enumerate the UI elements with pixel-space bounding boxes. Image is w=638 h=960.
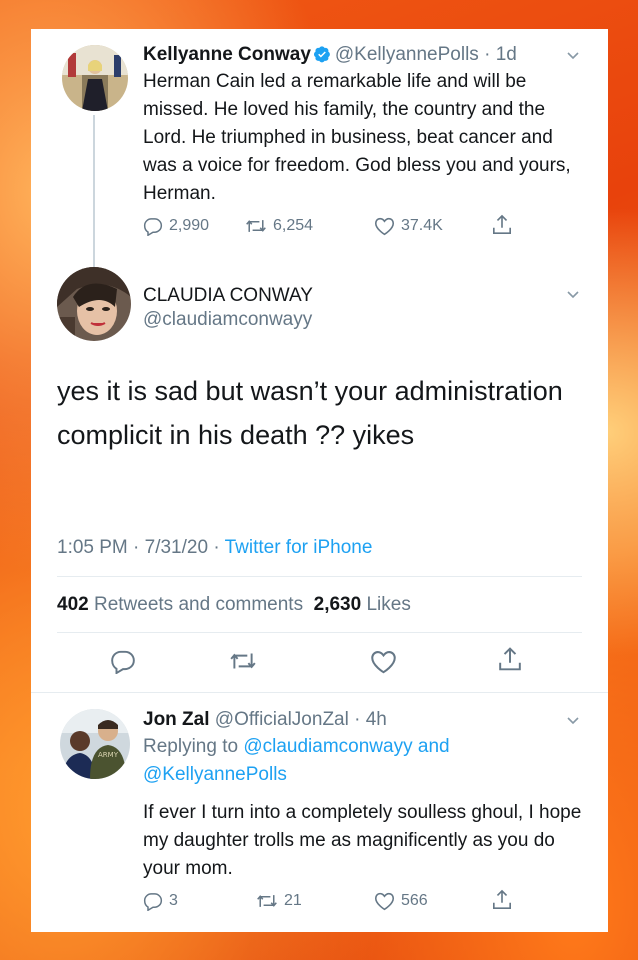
tweet3-retweet-action[interactable]: 21 bbox=[256, 891, 302, 911]
reply-to-mention-1[interactable]: @claudiamconwayy bbox=[243, 736, 412, 757]
chevron-down-icon[interactable] bbox=[566, 287, 580, 301]
tweet2-like-label[interactable]: Likes bbox=[366, 594, 410, 615]
tweet3-replying-to: Replying to @claudiamconwayy and @Kellya… bbox=[143, 733, 588, 789]
tweet1-author-name[interactable]: Kellyanne Conway bbox=[143, 44, 311, 65]
tweet2-like-count[interactable]: 2,630 bbox=[314, 594, 362, 615]
tweet1-retweet-count: 6,254 bbox=[273, 217, 314, 234]
tweet2-retweet-action[interactable] bbox=[229, 649, 257, 673]
like-icon bbox=[374, 892, 395, 911]
tweet3-retweet-count: 21 bbox=[284, 892, 302, 909]
tweet1-share-action[interactable] bbox=[492, 214, 512, 236]
tweet3-header: Jon Zal @OfficialJonZal · 4h bbox=[143, 707, 387, 733]
tweet1-reply-count: 2,990 bbox=[169, 217, 210, 234]
divider bbox=[31, 692, 608, 693]
tweet-thread-card: Kellyanne Conway @KellyannePolls · 1d Her… bbox=[31, 29, 608, 932]
tweet1-handle[interactable]: @KellyannePolls bbox=[335, 44, 479, 65]
retweet-icon bbox=[246, 220, 266, 232]
tweet3-time[interactable]: · 4h bbox=[354, 709, 387, 730]
share-icon bbox=[493, 214, 511, 234]
reply-to-and: and bbox=[417, 736, 450, 757]
kellyanne-avatar[interactable] bbox=[62, 45, 128, 111]
tweet2-retweet-count[interactable]: 402 bbox=[57, 594, 89, 615]
tweet1-time[interactable]: · 1d bbox=[484, 44, 517, 65]
reply-icon bbox=[143, 893, 163, 911]
tweet3-reply-count: 3 bbox=[169, 892, 178, 909]
share-icon bbox=[493, 889, 511, 909]
tweet2-meta: 1:05 PM · 7/31/20 · Twitter for iPhone bbox=[57, 536, 372, 560]
like-icon bbox=[371, 651, 396, 674]
tweet2-text: yes it is sad but wasn’t your administra… bbox=[57, 376, 563, 450]
tweet3-handle[interactable]: @OfficialJonZal bbox=[215, 709, 349, 730]
reply-to-mention-2[interactable]: @KellyannePolls bbox=[143, 764, 287, 785]
tweet3-like-count: 566 bbox=[401, 892, 428, 909]
thread-line bbox=[93, 115, 95, 291]
tweet1-like-action[interactable]: 37.4K bbox=[374, 216, 443, 236]
divider bbox=[57, 576, 582, 577]
tweet3-reply-action[interactable]: 3 bbox=[143, 891, 178, 911]
replying-to-label: Replying to bbox=[143, 736, 239, 757]
tweet1-reply-action[interactable]: 2,990 bbox=[143, 216, 209, 236]
chevron-down-icon[interactable] bbox=[566, 48, 580, 62]
retweet-icon bbox=[230, 653, 256, 669]
tweet1-header: Kellyanne Conway @KellyannePolls · 1d bbox=[143, 42, 583, 68]
share-icon bbox=[499, 647, 521, 671]
tweet1-like-count: 37.4K bbox=[401, 217, 443, 234]
tweet3-author-name[interactable]: Jon Zal bbox=[143, 709, 210, 730]
tweet1-text: Herman Cain led a remarkable life and wi… bbox=[143, 71, 571, 204]
tweet2-author-name[interactable]: CLAUDIA CONWAY bbox=[143, 284, 313, 308]
claudia-avatar[interactable] bbox=[57, 267, 131, 341]
tweet1-retweet-action[interactable]: 6,254 bbox=[245, 216, 313, 236]
tweet3-like-action[interactable]: 566 bbox=[374, 891, 428, 911]
chevron-down-icon[interactable] bbox=[566, 713, 580, 727]
tweet3-share-action[interactable] bbox=[492, 889, 512, 911]
tweet2-retweet-label[interactable]: Retweets and comments bbox=[94, 594, 303, 615]
tweet2-reply-action[interactable] bbox=[110, 648, 136, 674]
tweet2-like-action[interactable] bbox=[370, 649, 397, 674]
jon-zal-avatar[interactable]: ARMY bbox=[60, 709, 130, 779]
tweet2-timestamp[interactable]: 1:05 PM · 7/31/20 · bbox=[57, 537, 225, 558]
tweet2-share-action[interactable] bbox=[498, 646, 522, 673]
tweet3-text: If ever I turn into a completely soulles… bbox=[143, 802, 582, 879]
verified-badge-icon bbox=[313, 46, 330, 63]
reply-icon bbox=[143, 218, 163, 236]
avatar-shirt-text: ARMY bbox=[98, 751, 119, 759]
tweet2-source[interactable]: Twitter for iPhone bbox=[225, 537, 373, 558]
reply-icon bbox=[111, 650, 135, 674]
divider bbox=[57, 632, 582, 633]
tweet2-stats: 402 Retweets and comments 2,630 Likes bbox=[57, 593, 411, 617]
retweet-icon bbox=[257, 895, 277, 907]
like-icon bbox=[374, 217, 395, 236]
tweet2-handle[interactable]: @claudiamconwayy bbox=[143, 308, 312, 332]
